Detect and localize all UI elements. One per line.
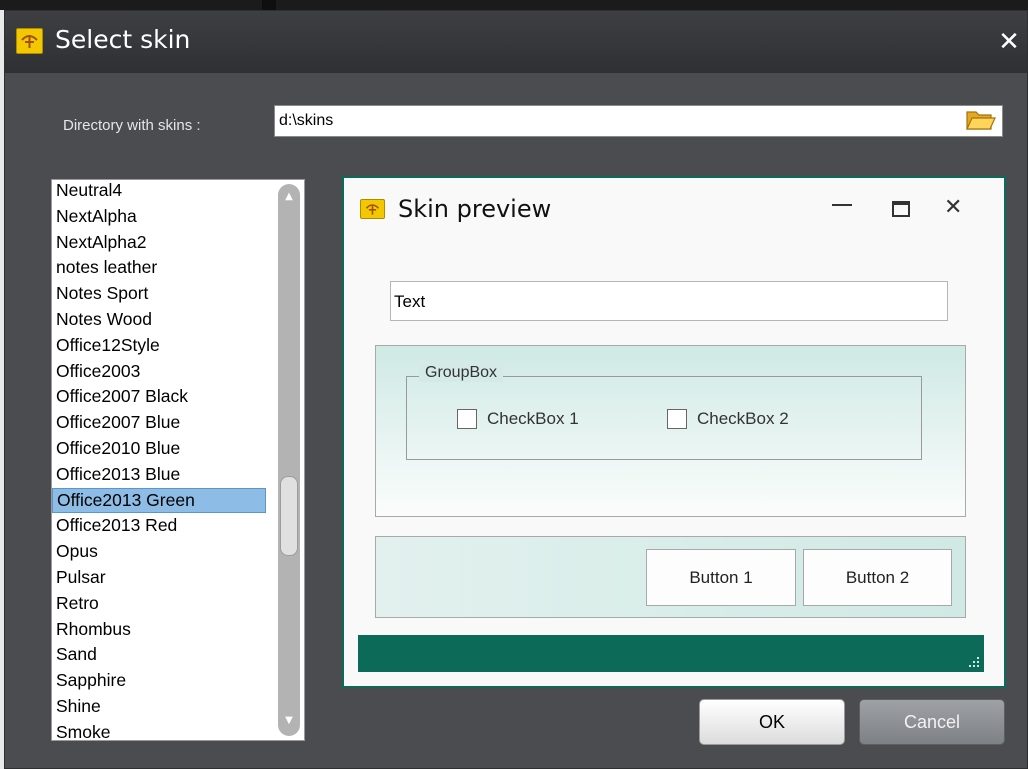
skin-list-item[interactable]: Office2010 Blue (52, 436, 266, 462)
skin-list-item[interactable]: Office12Style (52, 333, 266, 359)
skin-list-item[interactable]: Opus (52, 539, 266, 565)
title-bar[interactable]: Select skin ✕ (5, 11, 1027, 73)
preview-button-2[interactable]: Button 2 (803, 549, 952, 606)
cancel-button[interactable]: Cancel (859, 699, 1005, 745)
skin-list-item[interactable]: Neutral4 (52, 180, 266, 204)
groupbox-label: GroupBox (419, 364, 504, 382)
skin-list-item[interactable]: Office2007 Blue (52, 410, 266, 436)
close-icon[interactable]: ✕ (995, 28, 1023, 56)
checkbox-2[interactable] (667, 409, 687, 429)
preview-status-bar (358, 635, 984, 672)
checkbox-2-label[interactable]: CheckBox 2 (697, 409, 789, 429)
skin-list-item[interactable]: Office2013 Red (52, 513, 266, 539)
skin-preview-window: Skin preview ✕ Text GroupBox CheckBox 1 … (342, 176, 1006, 688)
directory-label: Directory with skins : (63, 117, 201, 134)
checkbox-1[interactable] (457, 409, 477, 429)
preview-title: Skin preview (398, 195, 552, 223)
skin-list-item[interactable]: Office2007 Black (52, 384, 266, 410)
skin-list-items: Neutral4 NextAlpha NextAlpha2 notes leather… (52, 180, 266, 740)
preview-close-icon[interactable]: ✕ (944, 195, 962, 220)
skin-list-item[interactable]: Office2013 Blue (52, 462, 266, 488)
skin-list-scrollbar[interactable]: ▲ ▼ (274, 180, 304, 740)
scrollbar-track[interactable] (278, 184, 300, 736)
scroll-down-icon[interactable]: ▼ (282, 714, 296, 728)
skin-list-item[interactable]: Notes Wood (52, 307, 266, 333)
skin-list-item[interactable]: NextAlpha (52, 204, 266, 230)
skin-list-item[interactable]: Notes Sport (52, 281, 266, 307)
preview-minimize-icon[interactable] (828, 190, 856, 220)
folder-open-icon[interactable] (963, 107, 997, 133)
skin-list-item[interactable]: Shine (52, 694, 266, 720)
skin-list-item[interactable]: Sand (52, 642, 266, 668)
preview-panel: GroupBox CheckBox 1 CheckBox 2 (375, 345, 966, 517)
preview-groupbox: GroupBox CheckBox 1 CheckBox 2 (406, 364, 922, 460)
skin-list-item[interactable]: Smoke (52, 720, 266, 740)
preview-logo-icon (360, 199, 385, 219)
skin-list-item[interactable]: NextAlpha2 (52, 230, 266, 256)
select-skin-dialog: Select skin ✕ Directory with skins : d:\… (4, 10, 1028, 769)
preview-button-1[interactable]: Button 1 (646, 549, 796, 606)
dialog-title: Select skin (55, 25, 191, 54)
app-logo-icon (16, 28, 43, 54)
resize-grip-icon[interactable] (968, 656, 980, 668)
skin-list-item[interactable]: notes leather (52, 255, 266, 281)
skin-list-item[interactable]: Sapphire (52, 668, 266, 694)
skin-list-item[interactable]: Office2013 Green (52, 487, 266, 514)
scrollbar-thumb[interactable] (280, 476, 298, 556)
skin-list-item[interactable]: Rhombus (52, 617, 266, 643)
checkbox-1-label[interactable]: CheckBox 1 (487, 409, 579, 429)
skin-list[interactable]: Neutral4 NextAlpha NextAlpha2 notes leather… (51, 179, 305, 741)
skin-list-item[interactable]: Office2003 (52, 359, 266, 385)
preview-maximize-icon[interactable] (892, 201, 910, 217)
preview-button-panel: Button 1 Button 2 (375, 536, 966, 618)
background-divider (262, 0, 276, 10)
ok-button[interactable]: OK (699, 699, 845, 745)
preview-text-field[interactable]: Text (390, 281, 948, 321)
skin-list-item[interactable]: Retro (52, 591, 266, 617)
background-strip (0, 0, 1028, 10)
skin-list-item[interactable]: Pulsar (52, 565, 266, 591)
scroll-up-icon[interactable]: ▲ (282, 190, 296, 204)
directory-input[interactable]: d:\skins (274, 105, 1003, 137)
